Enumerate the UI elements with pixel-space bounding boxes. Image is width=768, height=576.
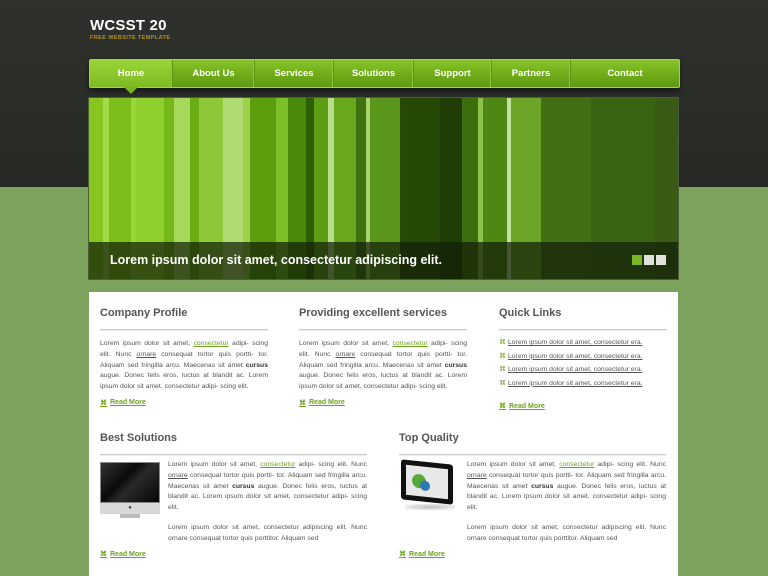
section-text-2: Lorem ipsum dolor sit amet, consectetur …: [168, 524, 367, 542]
section-title: Top Quality: [399, 432, 459, 444]
bullet-icon: ⌘: [499, 352, 506, 360]
main-nav: Home About Us Services Solutions Support…: [89, 59, 680, 94]
bullet-icon: ⌘: [499, 339, 506, 346]
read-more-link[interactable]: ⌘ Read More: [100, 399, 268, 407]
tablet-image: [399, 459, 461, 520]
section-text: Lorem ipsum dolor sit amet, consectetur …: [467, 461, 666, 512]
quick-link[interactable]: ⌘ Lorem ipsum dolor sit amet, consectetur…: [499, 336, 667, 350]
content-panel: Company Profile Lorem ipsum dolor sit am…: [89, 292, 678, 576]
slider-caption: Lorem ipsum dolor sit amet, consectetur …: [110, 253, 443, 267]
slider-dot-2[interactable]: [644, 255, 654, 265]
read-more-link[interactable]: ⌘ Read More: [299, 399, 467, 407]
section-text: Lorem ipsum dolor sit amet, consectetur …: [168, 461, 367, 512]
divider: [299, 329, 467, 331]
quick-links-list: ⌘ Lorem ipsum dolor sit amet, consectetur…: [499, 336, 667, 390]
section-title: Company Profile: [100, 307, 188, 319]
site-tagline: FREE WEBSITE TEMPLATE: [90, 35, 171, 41]
slider-dot-3[interactable]: [656, 255, 666, 265]
section-title: Providing excellent services: [299, 307, 447, 319]
bullet-icon: ⌘: [399, 551, 406, 558]
nav-solutions[interactable]: Solutions: [334, 60, 414, 87]
nav-about-us[interactable]: About Us: [173, 60, 255, 87]
bullet-icon: ⌘: [100, 551, 107, 558]
slider-caption-bar: Lorem ipsum dolor sit amet, consectetur …: [89, 242, 678, 279]
divider: [100, 329, 268, 331]
bullet-icon: ⌘: [100, 399, 107, 407]
text-link[interactable]: consectetur: [193, 340, 228, 347]
company-profile-section: Company Profile Lorem ipsum dolor sit am…: [100, 307, 268, 407]
nav-home[interactable]: Home: [90, 60, 173, 94]
logo[interactable]: WCSST 20 FREE WEBSITE TEMPLATE: [90, 17, 170, 41]
slider-pager: [632, 255, 666, 265]
section-text: Lorem ipsum dolor sit amet, consectetur …: [100, 340, 268, 391]
quick-link[interactable]: ⌘ Lorem ipsum dolor sit amet, consectetur…: [499, 363, 667, 377]
divider: [399, 454, 666, 456]
bullet-icon: ⌘: [299, 399, 306, 407]
read-more-link[interactable]: ⌘ Read More: [100, 550, 146, 559]
nav-support[interactable]: Support: [414, 60, 492, 87]
section-title: Best Solutions: [100, 432, 178, 444]
read-more-link[interactable]: ⌘ Read More: [499, 402, 667, 411]
text-link[interactable]: consectetur: [260, 461, 295, 468]
bullet-icon: ⌘: [499, 403, 506, 410]
nav-contact[interactable]: Contact: [571, 60, 679, 87]
nav-partners[interactable]: Partners: [492, 60, 571, 87]
top-quality-section: Top Quality Lorem ipsum dolor sit amet, …: [399, 432, 666, 558]
bullet-icon: ⌘: [499, 366, 506, 373]
best-solutions-section: Best Solutions ● Lorem ipsum dolor sit a…: [100, 432, 367, 558]
quick-link[interactable]: ⌘ Lorem ipsum dolor sit amet, consectetur…: [499, 350, 667, 364]
nav-services[interactable]: Services: [255, 60, 334, 87]
monitor-image: ●: [100, 462, 160, 520]
section-title: Quick Links: [499, 307, 562, 319]
slider-dot-1[interactable]: [632, 255, 642, 265]
site-title[interactable]: WCSST 20: [90, 17, 170, 34]
hero-slider: Lorem ipsum dolor sit amet, consectetur …: [89, 98, 678, 279]
quick-link[interactable]: ⌘ Lorem ipsum dolor sit amet, consectetur…: [499, 377, 667, 391]
services-section: Providing excellent services Lorem ipsum…: [299, 307, 467, 407]
quick-links-section: Quick Links ⌘ Lorem ipsum dolor sit amet,…: [499, 307, 667, 410]
section-text: Lorem ipsum dolor sit amet, consectetur …: [299, 340, 467, 391]
bullet-icon: ⌘: [499, 379, 506, 387]
text-link[interactable]: consectetur: [392, 340, 427, 347]
divider: [499, 329, 667, 331]
section-text-2: Lorem ipsum dolor sit amet, consectetur …: [467, 524, 666, 542]
text-link[interactable]: consectetur: [559, 461, 594, 468]
read-more-link[interactable]: ⌘ Read More: [399, 550, 445, 559]
divider: [100, 454, 367, 456]
